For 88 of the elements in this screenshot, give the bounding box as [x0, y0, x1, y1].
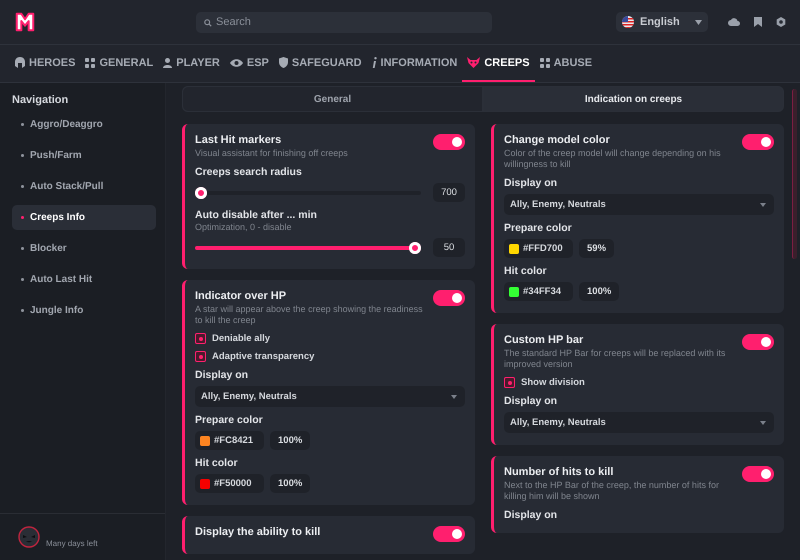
dropdown[interactable]: Ally, Enemy, Neutrals — [504, 412, 774, 433]
logo-icon — [14, 11, 36, 33]
caret-icon — [695, 20, 702, 24]
slider-thumb[interactable] — [409, 242, 421, 254]
language-dropdown[interactable]: English — [616, 12, 708, 32]
nav-tab[interactable]: SAFEGUARD — [274, 45, 367, 82]
nav-tab[interactable]: INFORMATION — [366, 45, 462, 82]
card-description: Color of the creep model will change depending on his willingness to kill — [504, 148, 722, 170]
toggle-switch[interactable] — [433, 134, 465, 150]
card-description: A star will appear above the creep showing the readiness to kill the creep — [195, 304, 423, 326]
grid-icon — [540, 58, 550, 68]
search-icon — [204, 18, 212, 26]
sidebar-title: Navigation — [11, 93, 70, 108]
opacity-value[interactable]: 100% — [579, 282, 620, 301]
sidebar-item[interactable]: Blocker — [12, 236, 156, 261]
dropdown[interactable]: Ally, Enemy, Neutrals — [504, 194, 774, 215]
field-label: Prepare color — [504, 222, 573, 234]
info-icon — [372, 57, 377, 68]
slider-thumb[interactable] — [195, 186, 207, 198]
settings-icon[interactable] — [776, 17, 786, 27]
caret-icon — [451, 394, 457, 398]
card-title: Number of hits to kill — [504, 466, 614, 478]
horned-mask-icon — [467, 57, 480, 68]
field-label: Display on — [504, 177, 558, 189]
toggle-switch[interactable] — [742, 134, 774, 150]
toggle-switch[interactable] — [433, 290, 465, 306]
field-label: Display on — [504, 395, 558, 407]
checkbox[interactable]: Show division — [504, 377, 585, 388]
checkbox[interactable]: Adaptive transparency — [195, 351, 314, 362]
toggle-switch[interactable] — [742, 466, 774, 482]
card-title: Last Hit markers — [195, 134, 282, 146]
slider[interactable] — [195, 242, 421, 254]
card-title: Change model color — [504, 134, 611, 146]
section-tab[interactable]: Indication on creeps — [483, 86, 784, 112]
slider[interactable] — [195, 186, 421, 198]
flag-icon — [622, 16, 634, 28]
opacity-value[interactable]: 100% — [270, 431, 310, 450]
avatar-icon — [18, 526, 40, 548]
color-field[interactable]: #34FF34 — [504, 282, 573, 301]
caret-icon — [760, 202, 766, 206]
sidebar-item[interactable]: Aggro/Deaggro — [12, 112, 156, 137]
section-tab[interactable]: General — [182, 86, 483, 112]
slider-value: 700 — [433, 183, 465, 202]
caret-icon — [760, 420, 766, 424]
nav-tab[interactable]: PLAYER — [158, 45, 225, 82]
color-field[interactable]: #FFD700 — [504, 239, 573, 258]
card-title: Display the ability to kill — [195, 526, 322, 538]
card-description: Visual assistant for finishing off creeps — [195, 148, 349, 159]
opacity-value[interactable]: 100% — [270, 474, 310, 493]
card-title: Indicator over HP — [195, 290, 288, 302]
card-title: Custom HP bar — [504, 334, 584, 346]
color-field[interactable]: #F50000 — [195, 474, 264, 493]
field-label: Hit color — [504, 265, 548, 277]
nav-tab[interactable]: GENERAL — [80, 45, 158, 82]
opacity-value[interactable]: 59% — [579, 239, 614, 258]
card-description: The standard HP Bar for creeps will be replaced with its improved version — [504, 348, 726, 370]
slider-hint: Optimization, 0 - disable — [195, 222, 293, 233]
field-label: Display on — [195, 369, 250, 381]
shield-icon — [278, 57, 288, 68]
nav-tab[interactable]: CREEPS — [462, 45, 535, 82]
field-label: Display on — [504, 509, 558, 521]
sidebar-item[interactable]: Auto Stack/Pull — [12, 174, 156, 199]
card-description: Next to the HP Bar of the creep, the number of hits for killing him will be shown — [504, 480, 720, 502]
sidebar-item[interactable]: Creeps Info — [12, 205, 156, 230]
sidebar-item[interactable]: Push/Farm — [12, 143, 156, 168]
toggle-switch[interactable] — [433, 526, 465, 542]
nav-tab[interactable]: HEROES — [10, 45, 80, 82]
search-field[interactable]: Search — [196, 12, 492, 32]
subscription-status: Many days left — [46, 538, 98, 548]
toggle-switch[interactable] — [742, 334, 774, 350]
nav-tab[interactable]: ABUSE — [534, 45, 598, 82]
nav-tab[interactable]: ESP — [224, 45, 274, 82]
sidebar-item[interactable]: Jungle Info — [12, 298, 156, 323]
eye-icon — [230, 58, 243, 66]
field-label: Hit color — [195, 457, 239, 469]
field-label: Prepare color — [195, 414, 264, 426]
sidebar-item[interactable]: Auto Last Hit — [12, 267, 156, 292]
dropdown[interactable]: Ally, Enemy, Neutrals — [195, 386, 465, 407]
slider-label: Creeps search radius — [195, 166, 303, 178]
helmet-icon — [15, 57, 25, 68]
slider-value: 50 — [433, 238, 465, 257]
person-icon — [163, 58, 172, 68]
grid-icon — [85, 58, 96, 68]
checkbox[interactable]: Deniable ally — [195, 333, 270, 344]
cloud-icon[interactable] — [728, 18, 740, 26]
slider-label: Auto disable after ... min — [195, 209, 318, 221]
bookmark-icon[interactable] — [754, 17, 762, 27]
color-field[interactable]: #FC8421 — [195, 431, 264, 450]
